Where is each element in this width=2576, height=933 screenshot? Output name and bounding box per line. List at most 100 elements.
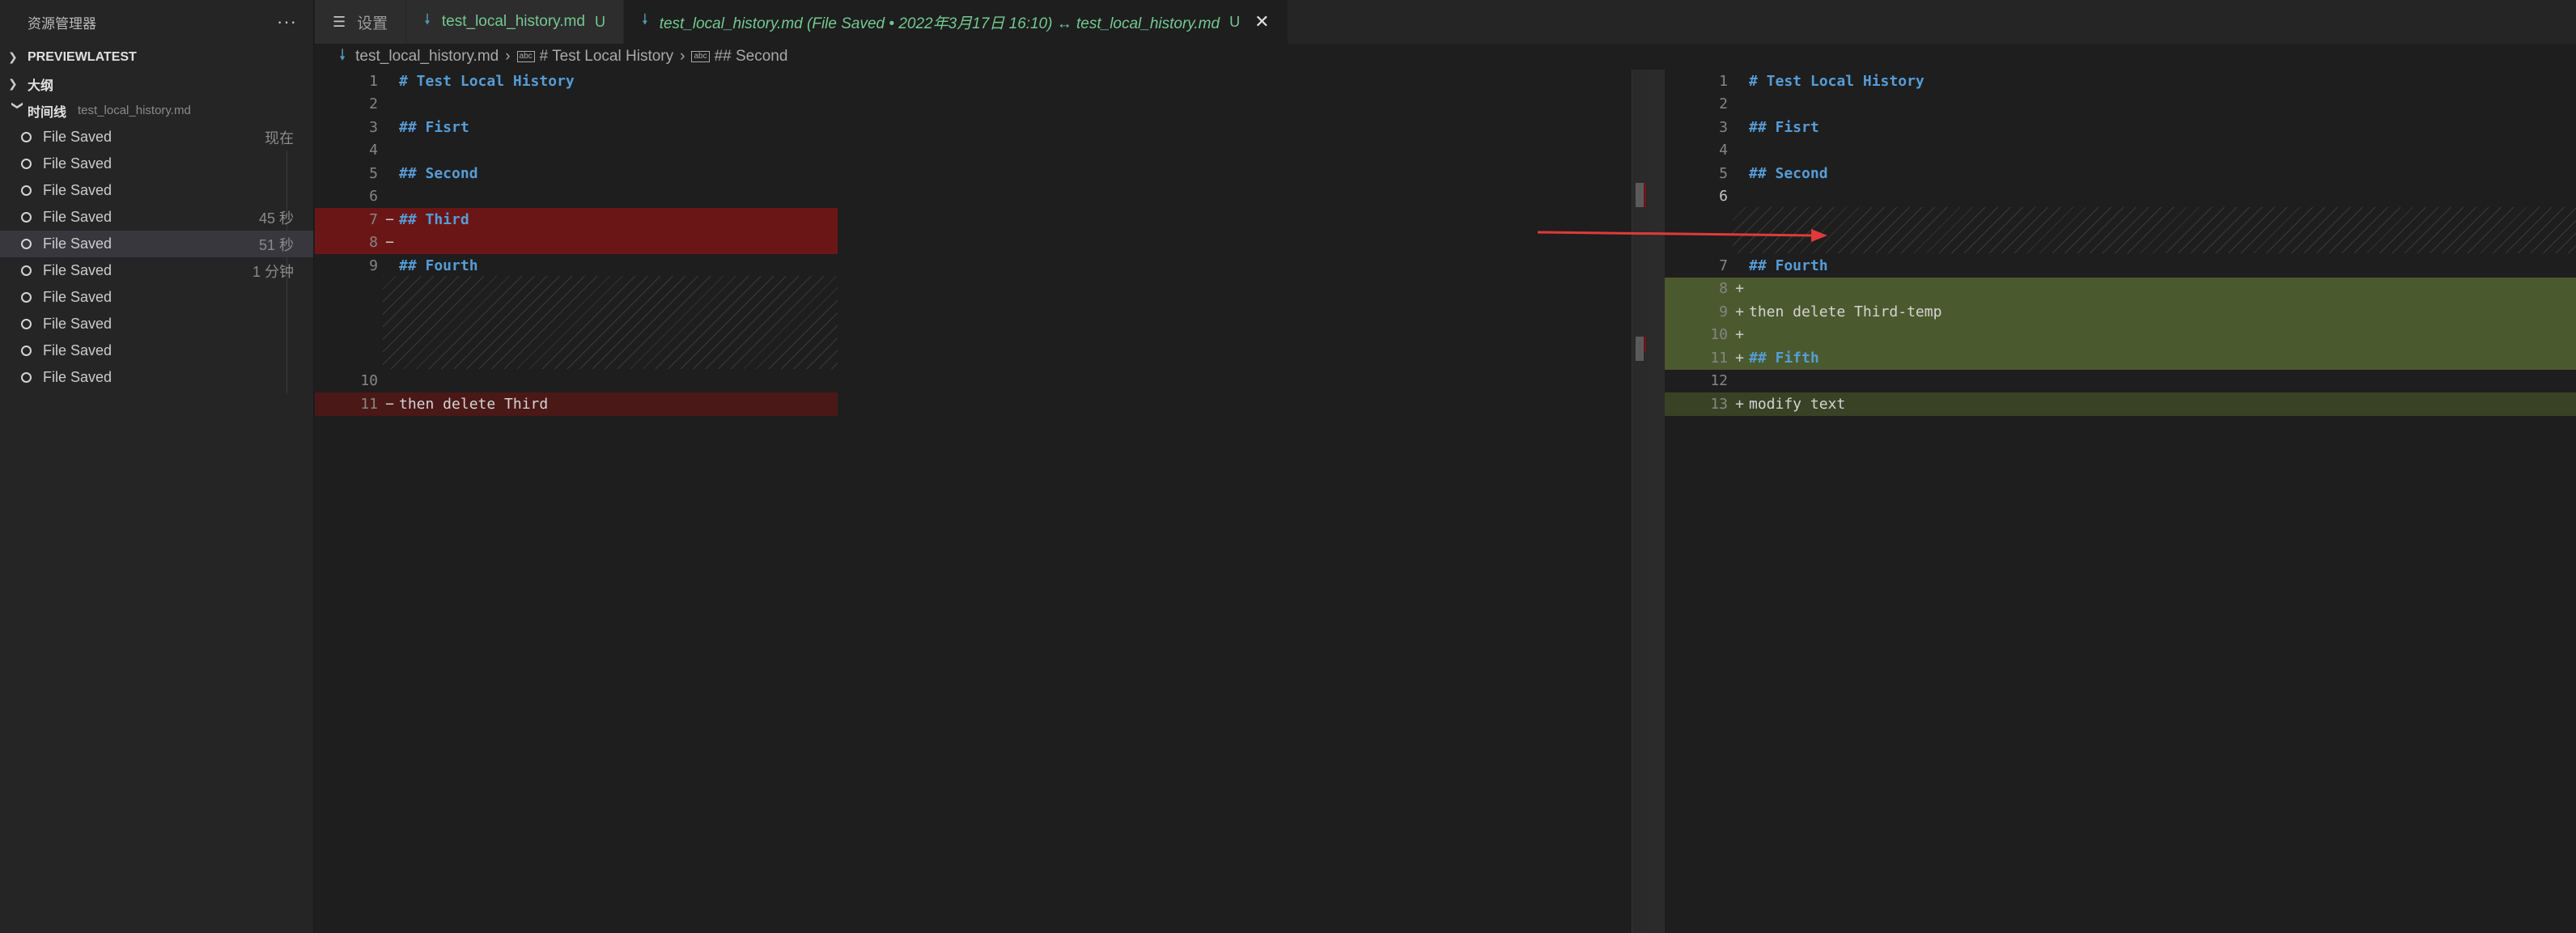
code-line[interactable]: 10 + [1665, 323, 2576, 346]
line-number: 7− [369, 210, 394, 228]
timeline-item[interactable]: File Saved 1 分钟 [0, 257, 313, 284]
timeline-item[interactable]: File Saved 现在 [0, 124, 313, 151]
section-outline[interactable]: ❯ 大纲 [0, 70, 313, 97]
timeline-item-label: File Saved [43, 289, 112, 305]
circle-icon [21, 159, 32, 169]
code-text: ## Fourth [399, 257, 478, 274]
code-line[interactable]: 1 # Test Local History [1665, 70, 2576, 93]
diff-marker: − [385, 234, 394, 252]
code-line[interactable]: 6 [315, 185, 838, 209]
timeline-item-time: 45 秒 [258, 210, 294, 227]
circle-icon [21, 319, 32, 329]
sidebar-header: 资源管理器 ··· [0, 0, 313, 44]
diff-placeholder-right [1733, 207, 2576, 253]
code-line[interactable]: 2 [1665, 93, 2576, 117]
breadcrumb-item[interactable]: # Test Local History [540, 48, 673, 66]
code-text: ## Fisrt [399, 118, 469, 136]
line-number: 7 [1719, 257, 1728, 274]
sidebar-title: 资源管理器 [28, 15, 96, 32]
diff-marker: + [1735, 303, 1744, 320]
code-line[interactable]: 13 + modify text [1665, 392, 2576, 416]
code-text: ## Fisrt [1749, 118, 1819, 136]
timeline-item-label: File Saved [43, 182, 112, 198]
code-line[interactable]: 8 + [1665, 277, 2576, 300]
code-line[interactable]: 11− then delete Third [315, 392, 838, 416]
chevron-right-icon: ❯ [8, 50, 18, 63]
diff-marker: + [1735, 280, 1744, 298]
code-line[interactable]: 4 [1665, 139, 2576, 163]
original-editor[interactable]: 1 # Test Local History 2 3 ## Fisrt 4 5 ## Seco… [315, 70, 838, 933]
diff-placeholder-left [383, 276, 838, 369]
line-number: 3 [1719, 118, 1728, 136]
code-line[interactable]: 5 ## Second [1665, 162, 2576, 185]
symbol-string-icon: abc [516, 51, 535, 62]
code-line[interactable]: 7 ## Fourth [1665, 254, 2576, 278]
code-text: modify text [1749, 395, 1846, 413]
code-text: ## Fifth [1749, 349, 1819, 367]
code-line[interactable]: 6 [1665, 185, 2576, 209]
modified-editor[interactable]: 1 # Test Local History 2 3 ## Fisrt 4 5 ## Seco… [1665, 70, 2576, 933]
timeline-item[interactable]: File Saved [0, 284, 313, 311]
code-line[interactable]: 3 ## Fisrt [315, 116, 838, 139]
timeline-item[interactable]: File Saved [0, 364, 313, 391]
untracked-badge: U [594, 13, 605, 30]
code-line[interactable]: 5 ## Second [315, 162, 838, 185]
tab-test-local-history[interactable]: 🠗 test_local_history.md U [406, 0, 624, 44]
timeline-item[interactable]: File Saved [0, 311, 313, 337]
code-line[interactable]: 2 [315, 93, 838, 117]
section-previewlatest[interactable]: ❯ PREVIEWLATEST [0, 44, 313, 70]
code-line[interactable]: 8− [315, 231, 838, 254]
line-number: 5 [369, 164, 378, 182]
timeline-item-label: File Saved [43, 316, 112, 332]
timeline-item-time: 现在 [265, 129, 294, 146]
code-line[interactable]: 11 + ## Fifth [1665, 346, 2576, 370]
code-text: ## Second [399, 164, 478, 182]
chevron-down-icon: ❯ [11, 100, 25, 111]
timeline-item[interactable]: File Saved [0, 177, 313, 204]
code-line[interactable]: 9 ## Fourth [315, 254, 838, 278]
line-number: 6 [1719, 188, 1728, 206]
diff-sash[interactable] [1648, 70, 1665, 933]
line-number: 8 + [1719, 280, 1744, 298]
diff-marker: − [385, 395, 394, 413]
breadcrumb-file[interactable]: test_local_history.md [355, 48, 499, 66]
code-line[interactable]: 3 ## Fisrt [1665, 116, 2576, 139]
tab-diff-view[interactable]: 🠗 test_local_history.md (File Saved • 20… [623, 0, 1288, 44]
untracked-badge: U [1229, 13, 1241, 30]
timeline-item-label: File Saved [43, 262, 112, 278]
section-label: 大纲 [28, 78, 54, 93]
close-icon[interactable]: ✕ [1254, 11, 1269, 32]
original-scrollbar[interactable] [1632, 70, 1648, 933]
code-line[interactable]: 9 + then delete Third-temp [1665, 300, 2576, 324]
section-timeline[interactable]: ❯ 时间线 test_local_history.md [0, 97, 313, 124]
scroll-thumb[interactable] [1636, 337, 1644, 361]
timeline-item[interactable]: File Saved 45 秒 [0, 204, 313, 231]
code-text: then delete Third [399, 395, 549, 413]
line-number: 10 [360, 372, 378, 390]
timeline-item[interactable]: File Saved 51 秒 [0, 231, 313, 257]
breadcrumb-item[interactable]: ## Second [715, 48, 788, 66]
timeline-item[interactable]: File Saved [0, 151, 313, 177]
chevron-right-icon: › [680, 48, 685, 65]
line-number: 10 + [1710, 326, 1744, 344]
diff-marker: + [1735, 326, 1744, 344]
line-number: 8− [369, 234, 394, 252]
code-line[interactable]: 1 # Test Local History [315, 70, 838, 93]
symbol-string-icon: abc [691, 51, 710, 62]
code-line[interactable]: 10 [315, 370, 838, 393]
circle-icon [21, 372, 32, 383]
scroll-thumb[interactable] [1636, 183, 1644, 207]
circle-icon [21, 292, 32, 303]
line-number: 12 [1710, 372, 1728, 390]
code-text: ## Second [1749, 164, 1828, 182]
code-line[interactable]: 7− ## Third [315, 208, 838, 231]
timeline-item[interactable]: File Saved [0, 337, 313, 364]
code-line[interactable]: 4 [315, 139, 838, 163]
code-line[interactable]: 12 [1665, 370, 2576, 393]
tab-label: test_local_history.md (File Saved • 2022… [659, 15, 1220, 32]
breadcrumb: 🠗 test_local_history.md › abc # Test Loc… [315, 44, 2576, 70]
more-actions-icon[interactable]: ··· [277, 11, 297, 32]
circle-icon [21, 132, 32, 142]
chevron-right-icon: › [505, 48, 511, 65]
tab-settings[interactable]: ☰ 设置 [315, 0, 407, 44]
